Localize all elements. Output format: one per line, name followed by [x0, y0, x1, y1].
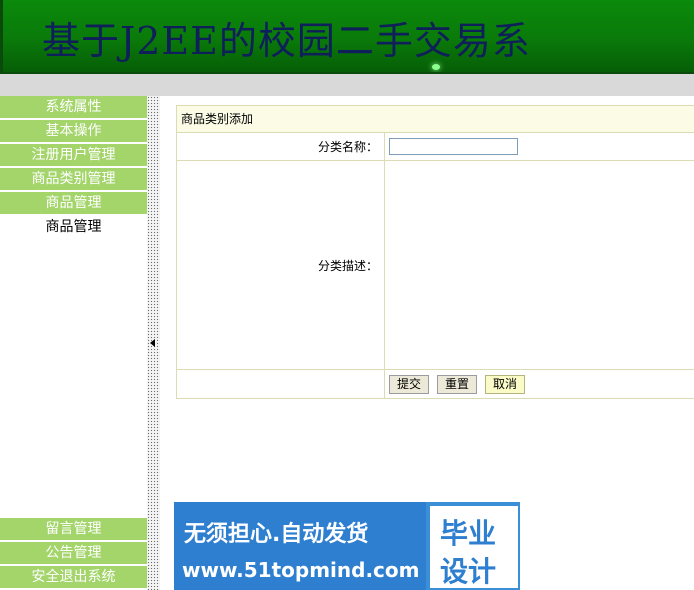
top-toolbar-strip [0, 74, 694, 96]
sidebar-item-products[interactable]: 商品管理 [0, 192, 147, 214]
category-name-input[interactable] [389, 138, 518, 155]
ad-slogan: 无须担心.自动发货 [184, 522, 369, 547]
category-name-label: 分类名称： [177, 133, 385, 160]
ad-url: www.51topmind.com [182, 558, 420, 582]
category-description-label: 分类描述： [177, 161, 385, 369]
sidebar-item-registered-users[interactable]: 注册用户管理 [0, 144, 147, 166]
ad-logo-word-2: 设计 [440, 555, 497, 588]
ad-logo-word-1: 毕业 [440, 517, 497, 550]
form-row-description: 分类描述： [177, 161, 694, 370]
form-row-actions: 提交 重置 取消 [177, 370, 694, 399]
collapse-arrow-icon[interactable] [150, 339, 155, 347]
sidebar-item-announcements[interactable]: 公告管理 [0, 542, 147, 564]
ad-logo-box: 毕业 设计 [430, 506, 518, 588]
category-description-area[interactable] [385, 161, 694, 369]
sidebar-item-product-categories[interactable]: 商品类别管理 [0, 168, 147, 190]
form-title: 商品类别添加 [177, 106, 694, 133]
reset-button[interactable]: 重置 [437, 374, 478, 394]
category-add-form: 商品类别添加 分类名称： 分类描述： 提交 重置 取消 [176, 105, 694, 399]
banner-title: 基于J2EE的校园二手交易系 [42, 19, 531, 63]
banner-light-dot [432, 64, 440, 70]
sidebar-item-messages[interactable]: 留言管理 [0, 518, 147, 540]
header-banner: 基于J2EE的校园二手交易系 [0, 0, 694, 74]
actions-label-cell [177, 370, 385, 398]
frame-splitter[interactable] [147, 96, 160, 590]
advertisement-banner[interactable]: 无须担心.自动发货 www.51topmind.com 毕业 设计 [174, 502, 520, 590]
sidebar-item-basic-operations[interactable]: 基本操作 [0, 120, 147, 142]
banner-edge [0, 0, 3, 72]
sidebar-subitem-products[interactable]: 商品管理 [0, 216, 147, 238]
submit-button[interactable]: 提交 [389, 374, 430, 394]
sidebar-bottom-group: 留言管理 公告管理 安全退出系统 [0, 518, 147, 590]
sidebar-item-system-properties[interactable]: 系统属性 [0, 96, 147, 118]
form-row-name: 分类名称： [177, 133, 694, 161]
sidebar-item-logout[interactable]: 安全退出系统 [0, 566, 147, 588]
cancel-button[interactable]: 取消 [485, 374, 526, 394]
sidebar: 系统属性 基本操作 注册用户管理 商品类别管理 商品管理 商品管理 留言管理 公… [0, 96, 147, 590]
